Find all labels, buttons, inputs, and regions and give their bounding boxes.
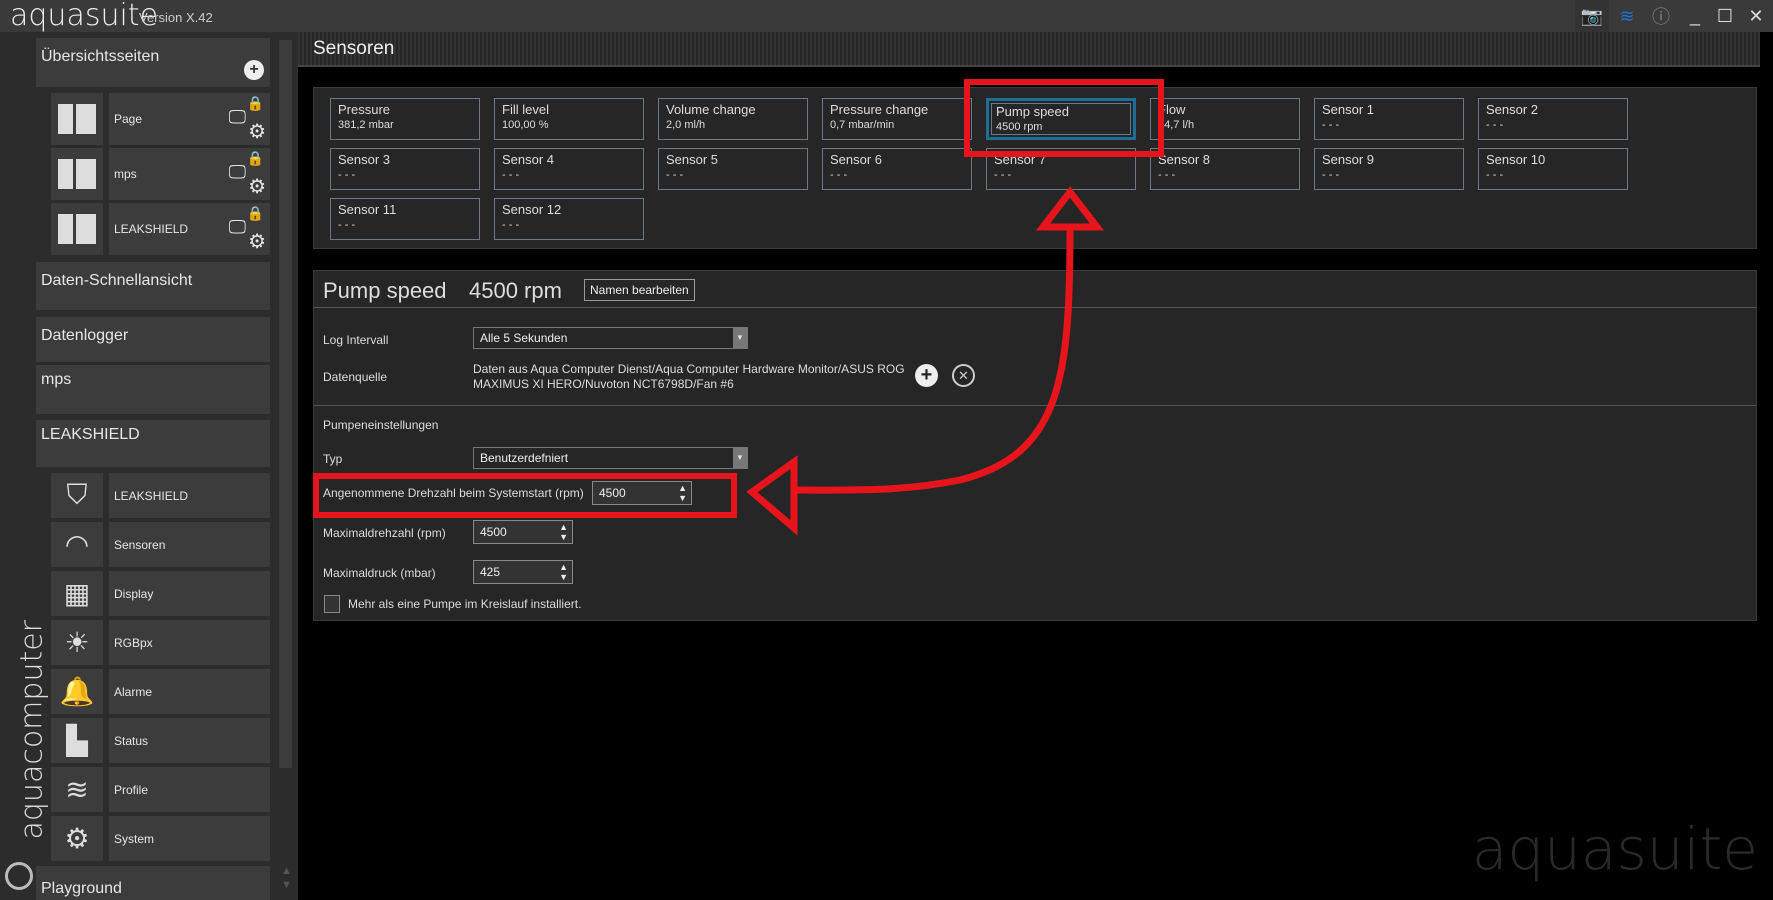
watermark: aquasuite — [1471, 815, 1758, 883]
annotation-arrow-head-up — [1035, 186, 1105, 231]
annotation-arrow-head-left — [746, 455, 798, 536]
annotation-arrow — [746, 186, 1105, 536]
annotation-arrow-line — [796, 229, 1074, 494]
